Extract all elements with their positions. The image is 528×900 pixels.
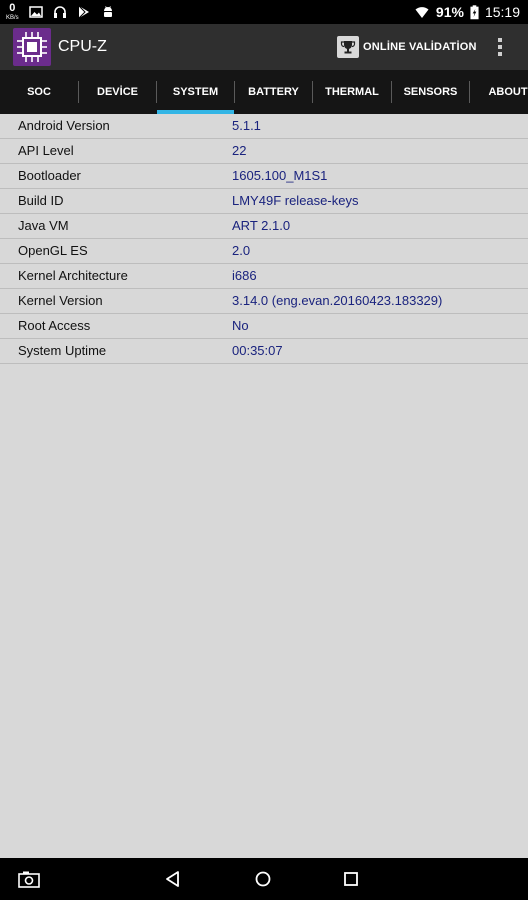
info-row-kernel-version: Kernel Version 3.14.0 (eng.evan.20160423… xyxy=(0,289,528,314)
battery-percentage: 91% xyxy=(435,4,464,20)
info-key: Build ID xyxy=(18,193,64,208)
system-info-list: Android Version 5.1.1 API Level 22 Bootl… xyxy=(0,114,528,364)
info-key: OpenGL ES xyxy=(18,243,88,258)
network-speed-unit: KB/s xyxy=(6,15,19,21)
tab-device[interactable]: DEVİCE xyxy=(79,70,156,114)
android-icon xyxy=(103,6,112,17)
screenshot-icon xyxy=(18,871,40,888)
info-key: Android Version xyxy=(18,118,110,133)
network-speed-value: 0 xyxy=(9,2,16,14)
gallery-icon xyxy=(28,6,43,18)
tab-soc[interactable]: SOC xyxy=(0,70,78,114)
info-row-build-id: Build ID LMY49F release-keys xyxy=(0,189,528,214)
home-button[interactable] xyxy=(250,866,276,892)
info-value: 00:35:07 xyxy=(232,343,283,358)
tab-system[interactable]: SYSTEM xyxy=(157,70,234,114)
online-validation-button[interactable]: ONLİNE VALİDATİON xyxy=(337,32,477,62)
home-icon xyxy=(255,871,271,887)
info-key: API Level xyxy=(18,143,74,158)
tab-sensors[interactable]: SENSORS xyxy=(392,70,469,114)
info-key: Kernel Architecture xyxy=(18,268,128,283)
tab-bar: SOC DEVİCE SYSTEM BATTERY THERMAL SENSOR… xyxy=(0,70,528,114)
info-row-opengl-es: OpenGL ES 2.0 xyxy=(0,239,528,264)
info-value: 5.1.1 xyxy=(232,118,261,133)
info-row-android-version: Android Version 5.1.1 xyxy=(0,114,528,139)
tab-battery[interactable]: BATTERY xyxy=(235,70,312,114)
recents-icon xyxy=(344,872,358,886)
info-row-api-level: API Level 22 xyxy=(0,139,528,164)
cpu-z-logo xyxy=(13,28,51,66)
info-value: 1605.100_M1S1 xyxy=(232,168,328,183)
overflow-menu-icon[interactable] xyxy=(490,34,510,60)
info-row-bootloader: Bootloader 1605.100_M1S1 xyxy=(0,164,528,189)
status-bar: 0 KB/s 91% 15:19 xyxy=(0,0,528,24)
online-validation-label: ONLİNE VALİDATİON xyxy=(363,41,477,53)
back-button[interactable] xyxy=(160,866,186,892)
info-value: ART 2.1.0 xyxy=(232,218,291,233)
info-value: LMY49F release-keys xyxy=(232,193,359,208)
info-key: Kernel Version xyxy=(18,293,103,308)
info-value: 2.0 xyxy=(232,243,251,258)
info-row-java-vm: Java VM ART 2.1.0 xyxy=(0,214,528,239)
info-row-kernel-architecture: Kernel Architecture i686 xyxy=(0,264,528,289)
clock: 15:19 xyxy=(484,4,520,20)
info-value: 3.14.0 (eng.evan.20160423.183329) xyxy=(232,293,443,308)
wifi-icon xyxy=(415,7,429,18)
app-bar: CPU-Z ONLİNE VALİDATİON xyxy=(0,24,528,70)
headphones-icon xyxy=(53,6,66,18)
info-row-root-access: Root Access No xyxy=(0,314,528,339)
info-key: System Uptime xyxy=(18,343,107,358)
chip-icon xyxy=(17,32,47,62)
trophy-icon xyxy=(337,36,359,58)
info-key: Java VM xyxy=(18,218,69,233)
play-store-icon xyxy=(78,5,89,19)
recents-button[interactable] xyxy=(338,866,364,892)
info-key: Bootloader xyxy=(18,168,81,183)
info-row-system-uptime: System Uptime 00:35:07 xyxy=(0,339,528,364)
info-value: No xyxy=(232,318,249,333)
tab-about[interactable]: ABOUT xyxy=(470,70,528,114)
tab-thermal[interactable]: THERMAL xyxy=(313,70,391,114)
battery-icon xyxy=(470,4,479,19)
screenshot-button[interactable] xyxy=(16,866,42,892)
info-key: Root Access xyxy=(18,318,91,333)
navigation-bar xyxy=(0,858,528,900)
info-value: 22 xyxy=(232,143,247,158)
network-speed: 0 KB/s xyxy=(6,2,19,22)
app-title: CPU-Z xyxy=(58,38,107,55)
info-value: i686 xyxy=(232,268,257,283)
back-icon xyxy=(166,871,179,887)
